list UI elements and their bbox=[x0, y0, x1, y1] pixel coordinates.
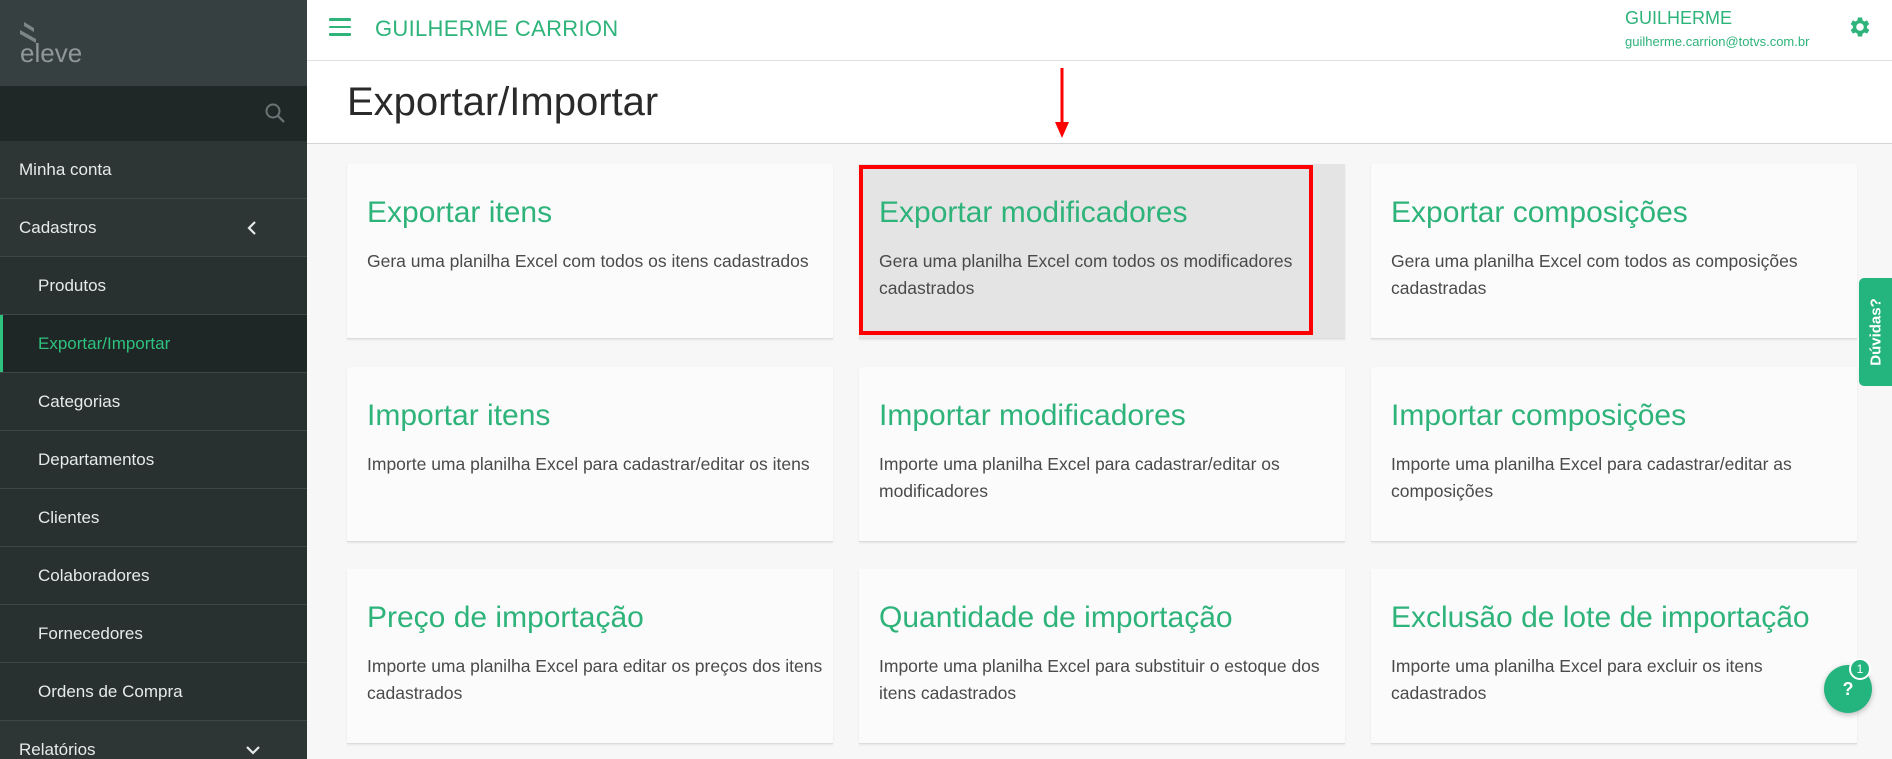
page-title: Exportar/Importar bbox=[347, 80, 659, 124]
top-header: GUILHERME CARRION GUILHERME guilherme.ca… bbox=[307, 0, 1892, 61]
chevron-down-icon bbox=[246, 745, 260, 755]
user-email: guilherme.carrion@totvs.com.br bbox=[1625, 34, 1810, 49]
sidebar-item-ordens-de-compra[interactable]: Ordens de Compra bbox=[0, 663, 307, 721]
sidebar-item-label: Categorias bbox=[38, 391, 121, 411]
sidebar-item-relat-rios[interactable]: Relatórios bbox=[0, 721, 307, 759]
user-name[interactable]: GUILHERME bbox=[1625, 8, 1732, 29]
card-importar-composicoes[interactable]: Importar composições Importe uma planilha… bbox=[1371, 367, 1857, 542]
sidebar-nav: Minha conta Cadastros Produtos Exportar/Imp… bbox=[0, 141, 307, 759]
sidebar-item-label: Departamentos bbox=[38, 449, 155, 469]
card-title: Exclusão de lote de importação bbox=[1391, 601, 1810, 634]
card-title: Exportar itens bbox=[367, 196, 553, 229]
gear-icon[interactable] bbox=[1847, 14, 1873, 40]
card-title: Quantidade de importação bbox=[879, 601, 1233, 634]
card-title: Importar composições bbox=[1391, 399, 1687, 432]
card-description: Importe uma planilha Excel para substitu… bbox=[879, 656, 1320, 703]
card-exportar-composicoes[interactable]: Exportar composições Gera uma planilha Ex… bbox=[1371, 164, 1857, 339]
sidebar-item-label: Exportar/Importar bbox=[38, 333, 171, 353]
sidebar-item-label: Clientes bbox=[38, 507, 100, 527]
card-title: Importar modificadores bbox=[879, 399, 1186, 432]
red-arrow-annotation-icon bbox=[1055, 68, 1069, 138]
sidebar-item-colaboradores[interactable]: Colaboradores bbox=[0, 547, 307, 605]
card-quantidade-de-importacao[interactable]: Quantidade de importação Importe uma plan… bbox=[859, 569, 1345, 744]
sidebar-item-label: Colaboradores bbox=[38, 565, 150, 585]
sidebar-item-label: Produtos bbox=[38, 275, 107, 295]
sidebar-item-label: Minha conta bbox=[19, 159, 112, 179]
sidebar-item-fornecedores[interactable]: Fornecedores bbox=[0, 605, 307, 663]
card-description: Importe uma planilha Excel para excluir … bbox=[1391, 656, 1763, 703]
hamburger-menu-icon[interactable] bbox=[329, 18, 351, 36]
sidebar: eleve Minha conta Cadastros Produtos Export… bbox=[0, 0, 307, 759]
card-description: Importe uma planilha Excel para cadastra… bbox=[1391, 454, 1792, 501]
logo[interactable]: eleve bbox=[0, 0, 307, 86]
sidebar-item-label: Fornecedores bbox=[38, 623, 143, 643]
notification-badge: 1 bbox=[1849, 658, 1871, 680]
title-divider bbox=[307, 143, 1892, 144]
eleve-logo-icon: eleve bbox=[20, 22, 82, 66]
sidebar-item-cadastros[interactable]: Cadastros bbox=[0, 199, 307, 257]
duvidas-tab-label: Dúvidas? bbox=[1867, 298, 1884, 366]
sidebar-item-produtos[interactable]: Produtos bbox=[0, 257, 307, 315]
help-icon: ? bbox=[1842, 678, 1854, 699]
card-exclusao-de-lote-de-importacao[interactable]: Exclusão de lote de importação Importe um… bbox=[1371, 569, 1857, 744]
chevron-left-icon bbox=[247, 220, 256, 235]
duvidas-tab[interactable]: Dúvidas? bbox=[1859, 278, 1892, 386]
card-description: Gera uma planilha Excel com todos as com… bbox=[1391, 251, 1798, 298]
card-importar-modificadores[interactable]: Importar modificadores Importe uma planil… bbox=[859, 367, 1345, 542]
sidebar-item-categorias[interactable]: Categorias bbox=[0, 373, 307, 431]
header-title: GUILHERME CARRION bbox=[375, 16, 619, 41]
svg-text:eleve: eleve bbox=[20, 38, 82, 66]
sidebar-item-label: Ordens de Compra bbox=[38, 681, 183, 701]
card-description: Importe uma planilha Excel para editar o… bbox=[367, 656, 823, 703]
card-preco-de-importacao[interactable]: Preço de importação Importe uma planilha … bbox=[347, 569, 833, 744]
search-icon[interactable] bbox=[263, 101, 287, 125]
card-exportar-modificadores[interactable]: Exportar modificadores Gera uma planilha … bbox=[859, 164, 1345, 339]
card-description: Importe uma planilha Excel para cadastra… bbox=[367, 454, 810, 474]
card-title: Exportar composições bbox=[1391, 196, 1688, 229]
sidebar-item-label: Relatórios bbox=[19, 739, 96, 759]
sidebar-item-exportar-importar[interactable]: Exportar/Importar bbox=[0, 315, 307, 373]
card-description: Importe uma planilha Excel para cadastra… bbox=[879, 454, 1280, 501]
card-description: Gera uma planilha Excel com todos os ite… bbox=[367, 251, 809, 271]
card-description: Gera uma planilha Excel com todos os mod… bbox=[879, 251, 1293, 298]
card-title: Preço de importação bbox=[367, 601, 644, 634]
card-title: Importar itens bbox=[367, 399, 551, 432]
sidebar-item-departamentos[interactable]: Departamentos bbox=[0, 431, 307, 489]
sidebar-item-label: Cadastros bbox=[19, 217, 97, 237]
card-importar-itens[interactable]: Importar itens Importe uma planilha Excel… bbox=[347, 367, 833, 542]
card-title: Exportar modificadores bbox=[879, 196, 1188, 229]
sidebar-item-clientes[interactable]: Clientes bbox=[0, 489, 307, 547]
sidebar-item-minha-conta[interactable]: Minha conta bbox=[0, 141, 307, 199]
sidebar-search[interactable] bbox=[0, 86, 307, 141]
card-exportar-itens[interactable]: Exportar itens Gera uma planilha Excel co… bbox=[347, 164, 833, 339]
